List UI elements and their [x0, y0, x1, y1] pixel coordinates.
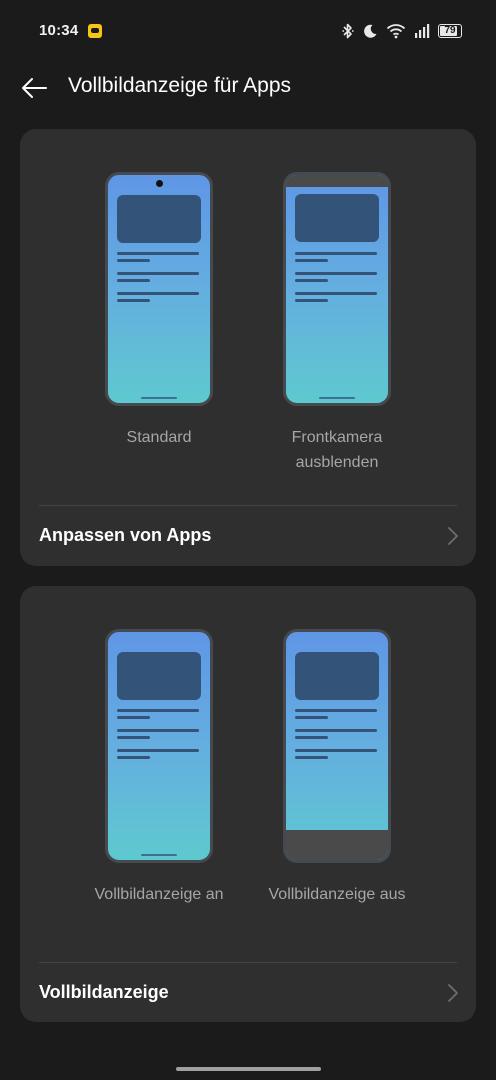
chevron-right-icon	[448, 984, 458, 1002]
option-standard-label: Standard	[126, 429, 192, 446]
back-arrow-icon	[22, 78, 47, 98]
fullscreen-on-preview-image	[105, 629, 213, 863]
status-time: 10:34	[39, 22, 79, 39]
page-title: Vollbildanzeige für Apps	[68, 74, 291, 97]
customize-apps-label: Anpassen von Apps	[39, 525, 212, 545]
fullscreen-row[interactable]: Vollbildanzeige	[20, 963, 476, 1023]
chevron-right-icon	[448, 527, 458, 545]
signal-icon	[415, 24, 430, 38]
option-standard[interactable]: Standard	[20, 129, 248, 489]
notification-app-icon	[88, 24, 102, 38]
status-bar: 10:34 79	[0, 0, 496, 64]
option-hide-front-camera-label: Frontkamera ausblenden	[291, 429, 383, 471]
battery-level: 79	[444, 25, 456, 36]
camera-settings-card: Standard Frontkamera ausblenden Anpassen…	[20, 129, 476, 566]
battery-icon: 79	[438, 24, 462, 38]
moon-icon	[364, 24, 377, 38]
app-bar: Vollbildanzeige für Apps	[0, 60, 496, 116]
status-icons: 79	[342, 21, 462, 41]
standard-preview-image	[105, 172, 213, 406]
fullscreen-label: Vollbildanzeige	[39, 982, 169, 1002]
fullscreen-off-preview-image	[283, 629, 391, 863]
back-button[interactable]	[16, 72, 52, 104]
option-fullscreen-off[interactable]: Vollbildanzeige aus	[248, 586, 476, 946]
hide-camera-preview-image	[283, 172, 391, 406]
customize-apps-row[interactable]: Anpassen von Apps	[20, 506, 476, 566]
option-hide-front-camera[interactable]: Frontkamera ausblenden	[248, 129, 476, 489]
option-fullscreen-on-label: Vollbildanzeige an	[94, 886, 224, 903]
fullscreen-settings-card: Vollbildanzeige an Vollbildanzeige aus V…	[20, 586, 476, 1022]
front-camera-dot	[155, 180, 163, 187]
option-fullscreen-on[interactable]: Vollbildanzeige an	[20, 586, 248, 946]
bluetooth-icon	[342, 23, 354, 39]
home-indicator[interactable]	[176, 1067, 321, 1071]
option-fullscreen-off-label: Vollbildanzeige aus	[268, 886, 406, 903]
wifi-icon	[386, 24, 406, 39]
